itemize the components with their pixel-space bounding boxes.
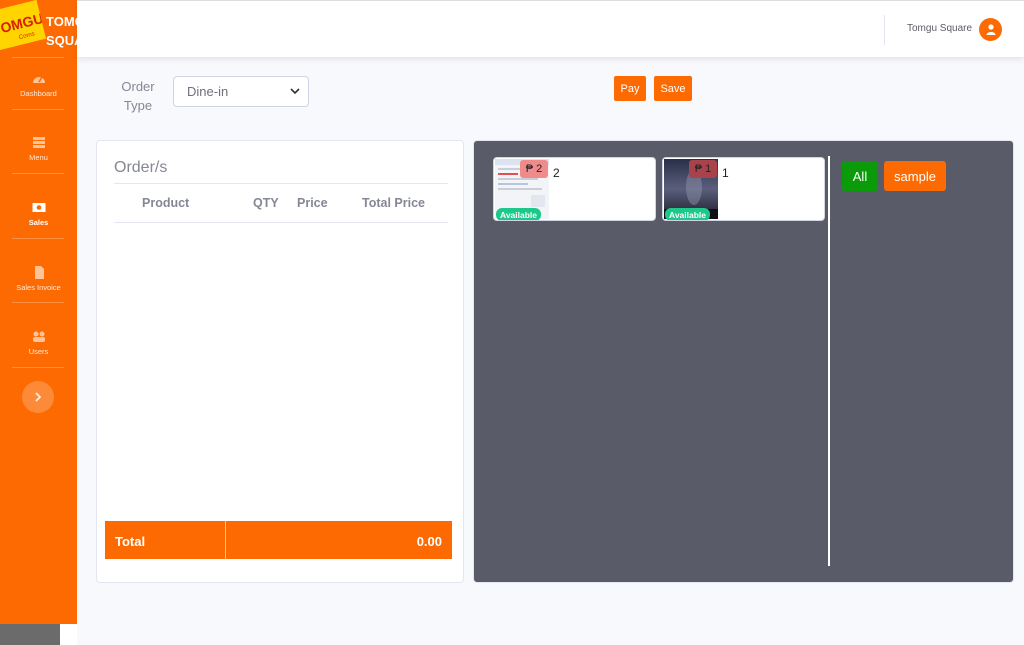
money-bill-icon xyxy=(32,203,45,212)
sidebar-item-users[interactable]: Users xyxy=(0,330,77,382)
total-bar: Total 0.00 xyxy=(105,521,452,559)
sidebar-toggle-button[interactable] xyxy=(22,381,54,413)
status-badge: Available xyxy=(496,208,542,220)
pay-button[interactable]: Pay xyxy=(614,76,646,101)
order-type-select[interactable]: Dine-in xyxy=(173,76,309,107)
sidebar-item-menu[interactable]: Menu xyxy=(0,136,77,188)
category-sample-button[interactable]: sample xyxy=(884,161,946,191)
panel-divider xyxy=(828,156,830,566)
sidebar-divider xyxy=(12,57,64,58)
user-avatar[interactable] xyxy=(979,18,1002,41)
product-panel: ₱ 2 Available 2 ₱ 1 Available 1 All samp… xyxy=(473,140,1014,583)
product-card[interactable]: ₱ 1 Available 1 xyxy=(662,157,825,221)
sidebar-divider xyxy=(12,367,64,368)
column-header-price: Price xyxy=(297,196,328,210)
user-icon xyxy=(986,24,995,35)
brand-name-line2: SQUARE xyxy=(46,33,77,48)
price-tag: ₱ 1 xyxy=(689,160,717,178)
order-title: Order/s xyxy=(114,159,168,176)
list-icon xyxy=(32,137,45,148)
sidebar-divider xyxy=(12,302,64,303)
status-badge: Available xyxy=(665,208,711,220)
product-name: 2 xyxy=(553,166,560,180)
user-name[interactable]: Tomgu Square xyxy=(907,23,972,34)
brand-logo: TOMGU Corns xyxy=(0,0,47,51)
order-divider xyxy=(114,222,448,223)
product-card[interactable]: ₱ 2 Available 2 xyxy=(493,157,656,221)
sidebar-item-label: Sales xyxy=(28,218,49,227)
order-card: Order/s Product QTY Price Total Price To… xyxy=(96,140,464,583)
bottom-strip xyxy=(0,624,77,645)
sidebar-divider xyxy=(12,173,64,174)
sidebar-item-label: Menu xyxy=(29,153,48,162)
sidebar-item-label: Dashboard xyxy=(20,89,57,98)
column-header-total-price: Total Price xyxy=(362,196,425,210)
brand-name-line1: TOMGU xyxy=(46,14,77,29)
users-icon xyxy=(32,331,45,342)
column-header-product: Product xyxy=(142,196,190,210)
topbar-divider xyxy=(884,15,885,45)
total-label: Total xyxy=(115,534,146,549)
chevron-right-icon xyxy=(35,392,42,402)
column-header-qty: QTY xyxy=(253,196,279,210)
sidebar-divider xyxy=(12,238,64,239)
sidebar-item-dashboard[interactable]: Dashboard xyxy=(0,72,77,124)
tachometer-icon xyxy=(32,76,45,83)
product-name: 1 xyxy=(722,166,729,180)
order-type-label: Order Type xyxy=(121,79,155,113)
sidebar-item-sales[interactable]: Sales xyxy=(0,201,77,253)
price-tag: ₱ 2 xyxy=(520,160,548,178)
total-value: 0.00 xyxy=(416,534,442,549)
topbar: Tomgu Square xyxy=(77,0,1024,57)
sidebar-item-label: Users xyxy=(28,347,49,356)
order-divider xyxy=(114,183,448,184)
brand[interactable]: TOMGU Corns TOMGU SQUARE xyxy=(0,0,77,56)
sidebar-item-label: Sales Invoice xyxy=(16,283,61,292)
save-button[interactable]: Save xyxy=(654,76,692,101)
chevron-down-icon xyxy=(290,88,300,95)
category-all-button[interactable]: All xyxy=(842,161,878,191)
sidebar-item-sales-invoice[interactable]: Sales Invoice xyxy=(0,266,77,318)
file-icon xyxy=(34,266,44,279)
sidebar-divider xyxy=(12,109,64,110)
order-type-value: Dine-in xyxy=(187,84,229,99)
brand-name: TOMGU SQUARE xyxy=(46,12,77,50)
sidebar: TOMGU Corns TOMGU SQUARE Dashboard Menu … xyxy=(0,0,77,645)
